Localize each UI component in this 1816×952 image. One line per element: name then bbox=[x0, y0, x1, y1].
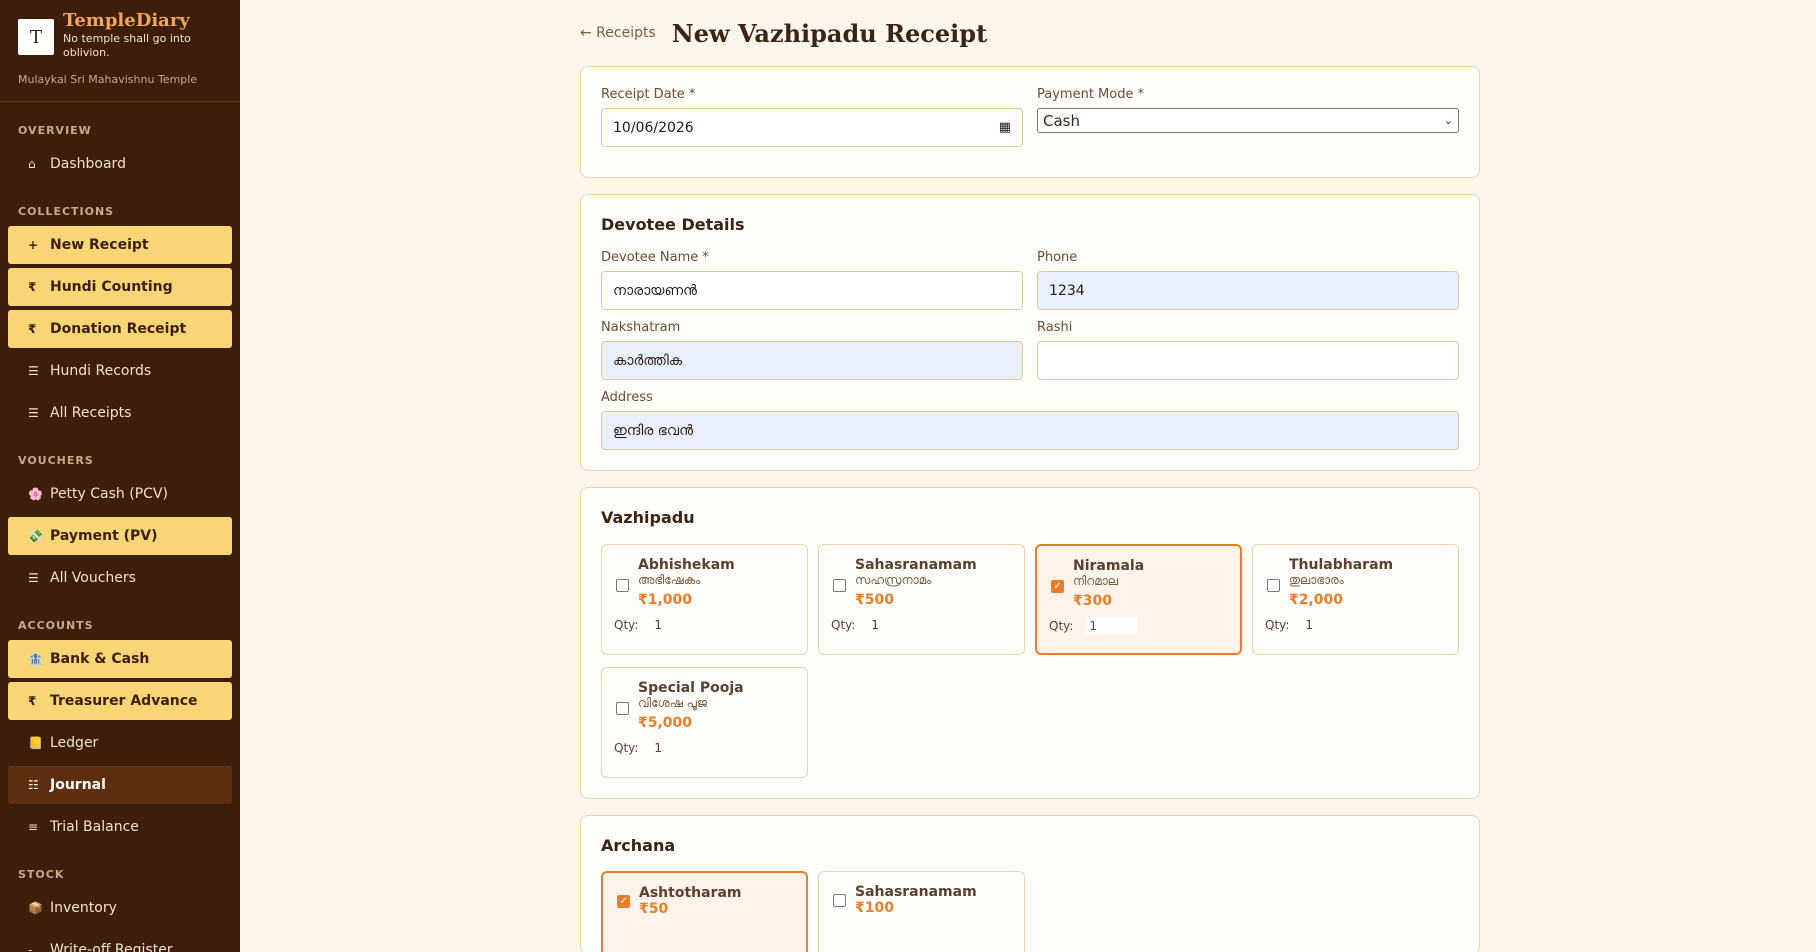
page-header: ← Receipts New Vazhipadu Receipt bbox=[580, 0, 1480, 66]
sidebar-item-trial-balance[interactable]: ≡ Trial Balance bbox=[8, 808, 232, 846]
flower-icon: 🌸 bbox=[28, 487, 43, 501]
archana-card: Archana ✓ Ashtotharam ₹50 Sahasranamam ₹… bbox=[580, 815, 1480, 952]
sidebar-item-inventory[interactable]: 📦 Inventory bbox=[8, 889, 232, 927]
plus-icon: + bbox=[28, 238, 39, 252]
qty-input[interactable]: 1 bbox=[650, 616, 702, 634]
vazhipadu-card: Vazhipadu Abhishekam അഭിഷേകം ₹1,000 Qty:… bbox=[580, 487, 1480, 799]
sidebar-item-journal[interactable]: ☷ Journal bbox=[8, 766, 232, 804]
vazhipadu-item-special-pooja[interactable]: Special Pooja വിശേഷ പൂജ ₹5,000 Qty: 1 bbox=[601, 667, 808, 778]
vazhipadu-item-sahasranamam[interactable]: Sahasranamam സഹസ്രനാമം ₹500 Qty: 1 bbox=[818, 544, 1025, 655]
back-to-receipts-link[interactable]: ← Receipts bbox=[580, 25, 656, 41]
journal-icon: ☷ bbox=[28, 778, 39, 792]
bank-icon: 🏦 bbox=[28, 652, 43, 666]
phone-input[interactable]: 1234 bbox=[1037, 271, 1459, 310]
ledger-icon: 📒 bbox=[28, 736, 43, 750]
section-collections: COLLECTIONS bbox=[18, 205, 115, 218]
archana-checkbox[interactable] bbox=[833, 894, 846, 907]
receipt-date-label: Receipt Date * bbox=[601, 87, 696, 102]
sidebar-item-ledger[interactable]: 📒 Ledger bbox=[8, 724, 232, 762]
list-icon: ☰ bbox=[28, 571, 39, 585]
devotee-name-input[interactable]: നാരായണൻ bbox=[601, 271, 1023, 310]
vazhipadu-checkbox[interactable] bbox=[833, 579, 846, 592]
home-icon: ⌂ bbox=[28, 157, 36, 171]
archana-item-sahasranamam[interactable]: Sahasranamam ₹100 bbox=[818, 871, 1025, 952]
devotee-name-label: Devotee Name * bbox=[601, 250, 709, 265]
vazhipadu-checkbox[interactable] bbox=[616, 702, 629, 715]
sidebar-item-treasurer-advance[interactable]: ₹ Treasurer Advance bbox=[8, 682, 232, 720]
vazhipadu-checkbox[interactable] bbox=[1267, 579, 1280, 592]
sidebar-item-bank-cash[interactable]: 🏦 Bank & Cash bbox=[8, 640, 232, 678]
nakshatram-label: Nakshatram bbox=[601, 320, 681, 335]
brand: T TempleDiary No temple shall go into ob… bbox=[0, 0, 240, 60]
rupee-icon: ₹ bbox=[28, 694, 37, 708]
sidebar-item-new-receipt[interactable]: + New Receipt bbox=[8, 226, 232, 264]
qty-input[interactable]: 1 bbox=[650, 739, 702, 757]
qty-input[interactable]: 1 bbox=[1085, 617, 1138, 635]
rashi-input[interactable] bbox=[1037, 341, 1459, 380]
qty-input[interactable]: 1 bbox=[1301, 616, 1353, 634]
receipt-date-input[interactable]: 10/06/2026 ▦ bbox=[601, 108, 1023, 147]
payment-mode-label: Payment Mode * bbox=[1037, 87, 1145, 102]
vazhipadu-checkbox[interactable] bbox=[616, 579, 629, 592]
section-overview: OVERVIEW bbox=[18, 124, 92, 137]
brand-name: TempleDiary bbox=[63, 10, 190, 31]
rashi-label: Rashi bbox=[1037, 320, 1073, 335]
archana-checkbox-checked[interactable]: ✓ bbox=[617, 895, 630, 908]
box-icon: 📦 bbox=[28, 901, 43, 915]
page-title: New Vazhipadu Receipt bbox=[671, 18, 988, 48]
sidebar: T TempleDiary No temple shall go into ob… bbox=[0, 0, 240, 952]
main-content: ← Receipts New Vazhipadu Receipt Receipt… bbox=[580, 0, 1480, 952]
vazhipadu-item-thulabharam[interactable]: Thulabharam തുലാഭാരം ₹2,000 Qty: 1 bbox=[1252, 544, 1459, 655]
sidebar-item-dashboard[interactable]: ⌂ Dashboard bbox=[8, 145, 232, 183]
qty-input[interactable]: 1 bbox=[867, 616, 919, 634]
list-icon: ☰ bbox=[28, 406, 39, 420]
address-label: Address bbox=[601, 390, 653, 405]
brand-tagline: No temple shall go into oblivion. bbox=[63, 32, 191, 59]
payment-mode-select[interactable]: Cash ⌄ bbox=[1037, 108, 1459, 133]
archana-item-ashtotharam[interactable]: ✓ Ashtotharam ₹50 bbox=[601, 871, 808, 952]
sidebar-item-all-receipts[interactable]: ☰ All Receipts bbox=[8, 394, 232, 432]
section-stock: STOCK bbox=[18, 868, 65, 881]
minus-icon: - bbox=[28, 943, 33, 952]
sidebar-item-petty-cash[interactable]: 🌸 Petty Cash (PCV) bbox=[8, 475, 232, 513]
money-icon: 💸 bbox=[28, 529, 43, 543]
sidebar-item-writeoff-register[interactable]: - Write-off Register bbox=[8, 931, 232, 952]
sidebar-item-hundi-counting[interactable]: ₹ Hundi Counting bbox=[8, 268, 232, 306]
receipt-info-card: Receipt Date * 10/06/2026 ▦ Payment Mode… bbox=[580, 66, 1480, 178]
rupee-icon: ₹ bbox=[28, 322, 37, 336]
vazhipadu-title: Vazhipadu bbox=[601, 508, 695, 527]
section-vouchers: VOUCHERS bbox=[18, 454, 94, 467]
rupee-icon: ₹ bbox=[28, 280, 37, 294]
vazhipadu-item-abhishekam[interactable]: Abhishekam അഭിഷേകം ₹1,000 Qty: 1 bbox=[601, 544, 808, 655]
devotee-details-card: Devotee Details Devotee Name * നാരായണൻ P… bbox=[580, 194, 1480, 471]
sidebar-item-payment[interactable]: 💸 Payment (PV) bbox=[8, 517, 232, 555]
section-accounts: ACCOUNTS bbox=[18, 619, 94, 632]
vazhipadu-checkbox-checked[interactable]: ✓ bbox=[1051, 580, 1064, 593]
calendar-icon[interactable]: ▦ bbox=[999, 120, 1011, 135]
phone-label: Phone bbox=[1037, 250, 1078, 265]
temple-logo-icon: T bbox=[18, 19, 54, 55]
lines-icon: ≡ bbox=[28, 820, 39, 834]
chevron-down-icon: ⌄ bbox=[1443, 114, 1453, 127]
list-icon: ☰ bbox=[28, 364, 39, 378]
temple-name: Mulaykal Sri Mahavishnu Temple bbox=[0, 60, 240, 102]
vazhipadu-item-niramala[interactable]: ✓ Niramala നിറമാല ₹300 Qty: 1 bbox=[1035, 544, 1242, 655]
devotee-details-title: Devotee Details bbox=[601, 215, 745, 234]
sidebar-item-donation-receipt[interactable]: ₹ Donation Receipt bbox=[8, 310, 232, 348]
archana-title: Archana bbox=[601, 836, 676, 855]
address-input[interactable]: ഇന്ദിര ഭവൻ bbox=[601, 411, 1459, 450]
nakshatram-input[interactable]: കാർത്തിക bbox=[601, 341, 1023, 380]
sidebar-item-all-vouchers[interactable]: ☰ All Vouchers bbox=[8, 559, 232, 597]
sidebar-item-hundi-records[interactable]: ☰ Hundi Records bbox=[8, 352, 232, 390]
